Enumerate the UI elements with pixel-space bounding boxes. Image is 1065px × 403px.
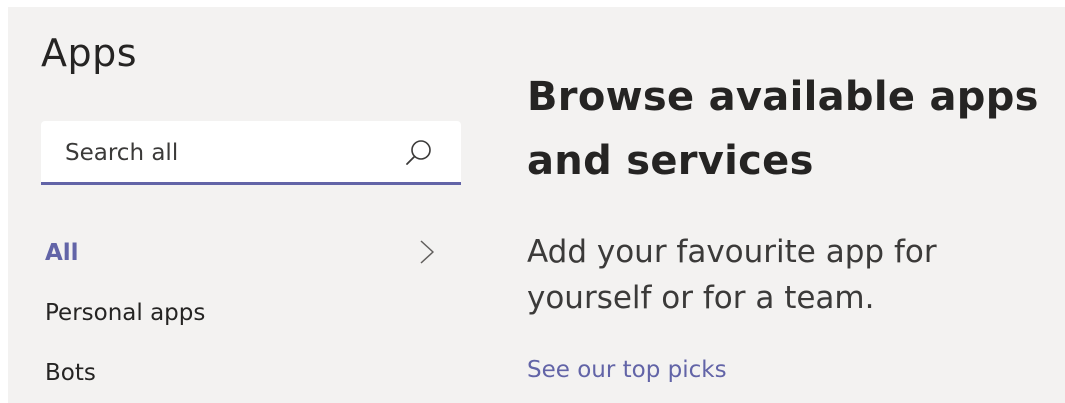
apps-sidebar: Apps All Personal apps Bots [8, 7, 478, 403]
nav-item-all[interactable]: All [45, 238, 79, 268]
browse-heading: Browse available apps and services [527, 74, 1039, 184]
browse-description: Add your favourite app for yourself or f… [527, 234, 937, 316]
apps-panel: Apps All Personal apps Bots Browse avail… [8, 7, 1065, 403]
apps-main-content: Browse available apps and services Add y… [527, 7, 1057, 403]
search-icon[interactable] [405, 139, 433, 167]
page-title: Apps [41, 31, 138, 75]
nav-item-bots[interactable]: Bots [45, 358, 96, 388]
search-input[interactable] [63, 121, 387, 184]
search-box[interactable] [41, 121, 461, 185]
chevron-right-icon [420, 240, 434, 264]
nav-item-label: All [45, 240, 79, 266]
nav-item-personal-apps[interactable]: Personal apps [45, 298, 205, 328]
top-picks-link[interactable]: See our top picks [527, 355, 727, 385]
nav-item-label: Bots [45, 360, 96, 386]
nav-item-label: Personal apps [45, 300, 206, 326]
